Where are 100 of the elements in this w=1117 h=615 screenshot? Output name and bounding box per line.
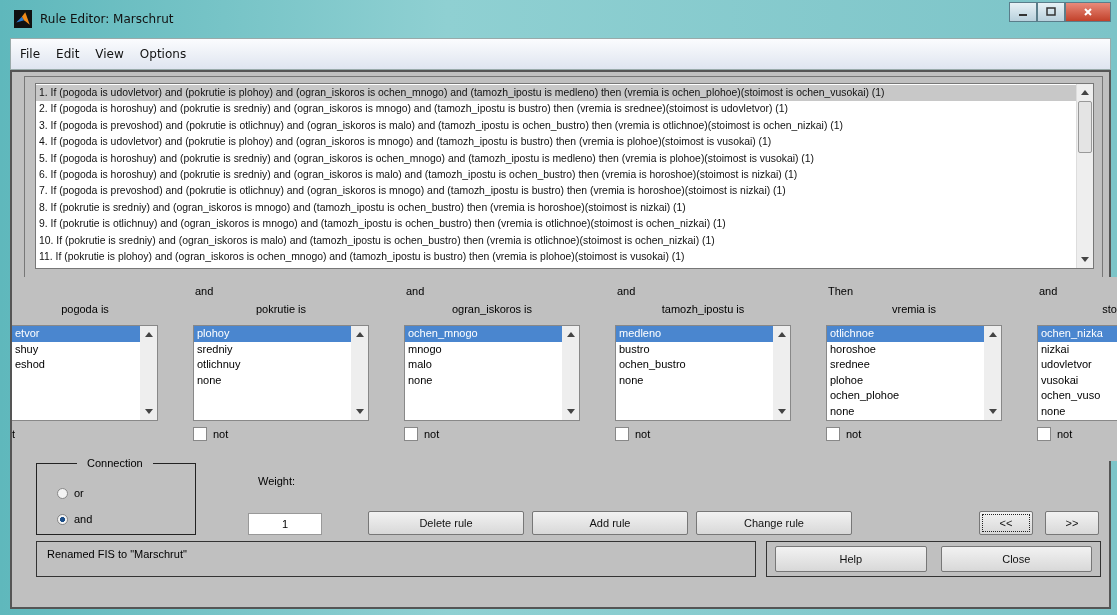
menu-item[interactable]: File (15, 45, 46, 63)
footer-button[interactable]: Help (775, 546, 927, 572)
term-item[interactable]: udovletvor (1038, 357, 1117, 373)
term-item[interactable]: none (194, 372, 351, 388)
term-item[interactable]: ochen_nizka (1038, 326, 1117, 342)
variable-label: sto (1102, 303, 1117, 315)
variable-label: pokrutie is (255, 303, 307, 315)
down-arrow-icon[interactable] (988, 409, 997, 414)
term-list[interactable]: ochen_mnogo mnogo malo none (404, 325, 580, 421)
action-button[interactable]: Change rule (696, 511, 852, 535)
rule-list[interactable] (35, 83, 1094, 269)
scroll-thumb[interactable] (1078, 101, 1092, 153)
up-arrow-icon[interactable] (355, 332, 364, 337)
scrollbar[interactable] (562, 326, 579, 420)
term-list[interactable]: medleno bustro ochen_bustro none (615, 325, 791, 421)
radio-button[interactable] (57, 513, 68, 525)
variable-label: tamozh_ipostu is (661, 303, 745, 315)
not-label: not (635, 428, 651, 440)
not-label: not (213, 428, 229, 440)
action-button[interactable]: Delete rule (368, 511, 524, 535)
group-title: Connection (77, 457, 153, 469)
down-arrow-icon[interactable] (777, 409, 786, 414)
term-item[interactable]: vusokai (1038, 372, 1117, 388)
nav-button[interactable]: << (979, 511, 1033, 535)
rule-item[interactable]: 9. If (pokrutie is otlichnuy) and (ogran_iskoros is mnogo) and (tamozh_ipostu is ochen_bustro) then (vremia is otlichnoe)(stoimost is ochen_nizkai) (1) (36, 216, 1076, 233)
term-item[interactable]: plohoy (194, 326, 351, 342)
rule-item[interactable]: 10. If (pokrutie is sredniy) and (ogran_iskoros is malo) and (tamozh_ipostu is ochen_bustro) then (vremia is otlichnoe)(stoimost is ochen_nizkai) (1) (36, 232, 1076, 249)
rule-item[interactable]: 8. If (pokrutie is sredniy) and (ogran_iskoros is mnogo) and (tamozh_ipostu is ochen_bustro) then (vremia is horoshoe)(stoimost is nizkai) (1) (36, 199, 1076, 217)
connector-label: and (1039, 285, 1058, 297)
term-item[interactable]: malo (405, 357, 562, 373)
scrollbar[interactable] (773, 326, 790, 420)
footer-button[interactable]: Close (940, 546, 1092, 572)
app-logo-icon (14, 10, 32, 28)
scrollbar[interactable] (1076, 84, 1093, 268)
rule-item[interactable]: 11. If (pokrutie is plohoy) and (ogran_iskoros is ochen_mnogo) and (tamozh_ipostu is bustro) then (vremia is plohoe)(stoimost is vusokai) (1) (36, 248, 1076, 266)
rule-item[interactable]: 7. If (pogoda is prevoshod) and (pokrutie is otlichnuy) and (ogran_iskoros is mnogo) and (tamozh_ipostu is bustro) then (vremia is horoshoe)(stoimost is nizkai) (1) (36, 183, 1076, 200)
close-button[interactable] (1065, 2, 1111, 22)
term-item[interactable]: horoshoe (827, 341, 984, 357)
not-label: not (1057, 428, 1073, 440)
term-item[interactable]: none (1038, 403, 1117, 419)
radio-label: or (74, 487, 84, 499)
term-item[interactable]: srednee (827, 357, 984, 373)
rule-item[interactable]: 6. If (pogoda is horoshuy) and (pokrutie is sredniy) and (ogran_iskoros is malo) and (tamozh_ipostu is ochen_bustro) then (vremia is horoshoe)(stoimost is nizkai) (1) (36, 166, 1076, 184)
variable-label: pogoda is (61, 303, 109, 315)
term-list[interactable]: plohoy sredniy otlichnuy none (193, 325, 369, 421)
radio-button[interactable] (57, 487, 68, 499)
down-arrow-icon[interactable] (566, 409, 575, 414)
close-icon (1083, 7, 1093, 17)
action-button[interactable]: Add rule (532, 511, 688, 535)
up-arrow-icon[interactable] (988, 332, 997, 337)
term-item[interactable]: shuy (12, 341, 140, 357)
up-arrow-icon[interactable] (777, 332, 786, 337)
not-checkbox[interactable] (404, 427, 418, 441)
term-item[interactable]: otlichnoe (827, 326, 984, 342)
nav-button[interactable]: >> (1045, 511, 1099, 535)
rule-item[interactable]: 1. If (pogoda is udovletvor) and (pokrutie is plohoy) and (ogran_iskoros is ochen_mnogo) and (tamozh_ipostu is medleno) then (vremia is ochen_plohoe)(stoimost is ochen_vusokai) (1) (36, 85, 1076, 102)
maximize-button[interactable] (1037, 2, 1065, 22)
rule-item[interactable]: 4. If (pogoda is udovletvor) and (pokrutie is plohoy) and (ogran_iskoros is mnogo) and (tamozh_ipostu is bustro) then (vremia is plohoe)(stoimost is vusokai) (1) (36, 134, 1076, 151)
not-checkbox[interactable] (826, 427, 840, 441)
term-item[interactable]: sredniy (194, 341, 351, 357)
term-item[interactable]: ochen_bustro (616, 357, 773, 373)
rule-item[interactable]: 5. If (pogoda is horoshuy) and (pokrutie is sredniy) and (ogran_iskoros is ochen_mnogo) and (tamozh_ipostu is medleno) then (vremia is plohoe)(stoimost is vusokai) (1) (36, 150, 1076, 167)
up-arrow-icon[interactable] (144, 332, 153, 337)
term-item[interactable]: ochen_vuso (1038, 388, 1117, 404)
weight-field[interactable]: 1 (248, 513, 322, 535)
not-checkbox[interactable] (615, 427, 629, 441)
scrollbar[interactable] (140, 326, 157, 420)
menu-item[interactable]: View (90, 45, 129, 63)
down-arrow-icon[interactable] (1081, 257, 1089, 262)
term-item[interactable]: ochen_mnogo (405, 326, 562, 342)
term-item[interactable]: mnogo (405, 341, 562, 357)
term-item[interactable]: nizkai (1038, 341, 1117, 357)
scrollbar[interactable] (351, 326, 368, 420)
term-list[interactable]: ochen_nizka nizkai udovletvor vusokai ochen_vuso none (1037, 325, 1117, 421)
term-item[interactable]: medleno (616, 326, 773, 342)
not-label: not (424, 428, 440, 440)
not-checkbox[interactable] (1037, 427, 1051, 441)
term-list[interactable]: etvor shuy eshod (12, 325, 158, 421)
up-arrow-icon[interactable] (1081, 90, 1089, 95)
term-list[interactable]: otlichnoe horoshoe srednee plohoe ochen_plohoe none (826, 325, 1002, 421)
down-arrow-icon[interactable] (144, 409, 153, 414)
term-item[interactable]: etvor (12, 326, 140, 342)
menu-item[interactable]: Options (134, 45, 192, 63)
term-item[interactable]: plohoe (827, 372, 984, 388)
down-arrow-icon[interactable] (355, 409, 364, 414)
rule-item[interactable]: 3. If (pogoda is prevoshod) and (pokrutie is otlichnuy) and (ogran_iskoros is malo) and (tamozh_ipostu is ochen_bustro) then (vremia is otlichnoe)(stoimost is ochen_nizkai) (1) (36, 117, 1076, 135)
not-label: t (12, 428, 16, 440)
not-checkbox[interactable] (193, 427, 207, 441)
up-arrow-icon[interactable] (566, 332, 575, 337)
term-item[interactable]: eshod (12, 357, 140, 373)
rule-item[interactable]: 2. If (pogoda is horoshuy) and (pokrutie is sredniy) and (ogran_iskoros is mnogo) and (tamozh_ipostu is bustro) then (vremia is srednee)(stoimost is udovletvor) (1) (36, 101, 1076, 118)
menu-item[interactable]: Edit (51, 45, 85, 63)
scrollbar[interactable] (984, 326, 1001, 420)
minimize-button[interactable] (1009, 2, 1037, 22)
term-item[interactable]: none (405, 372, 562, 388)
term-item[interactable]: otlichnuy (194, 357, 351, 373)
term-item[interactable]: none (616, 372, 773, 388)
term-item[interactable]: none (827, 403, 984, 419)
term-item[interactable]: bustro (616, 341, 773, 357)
term-item[interactable]: ochen_plohoe (827, 388, 984, 404)
